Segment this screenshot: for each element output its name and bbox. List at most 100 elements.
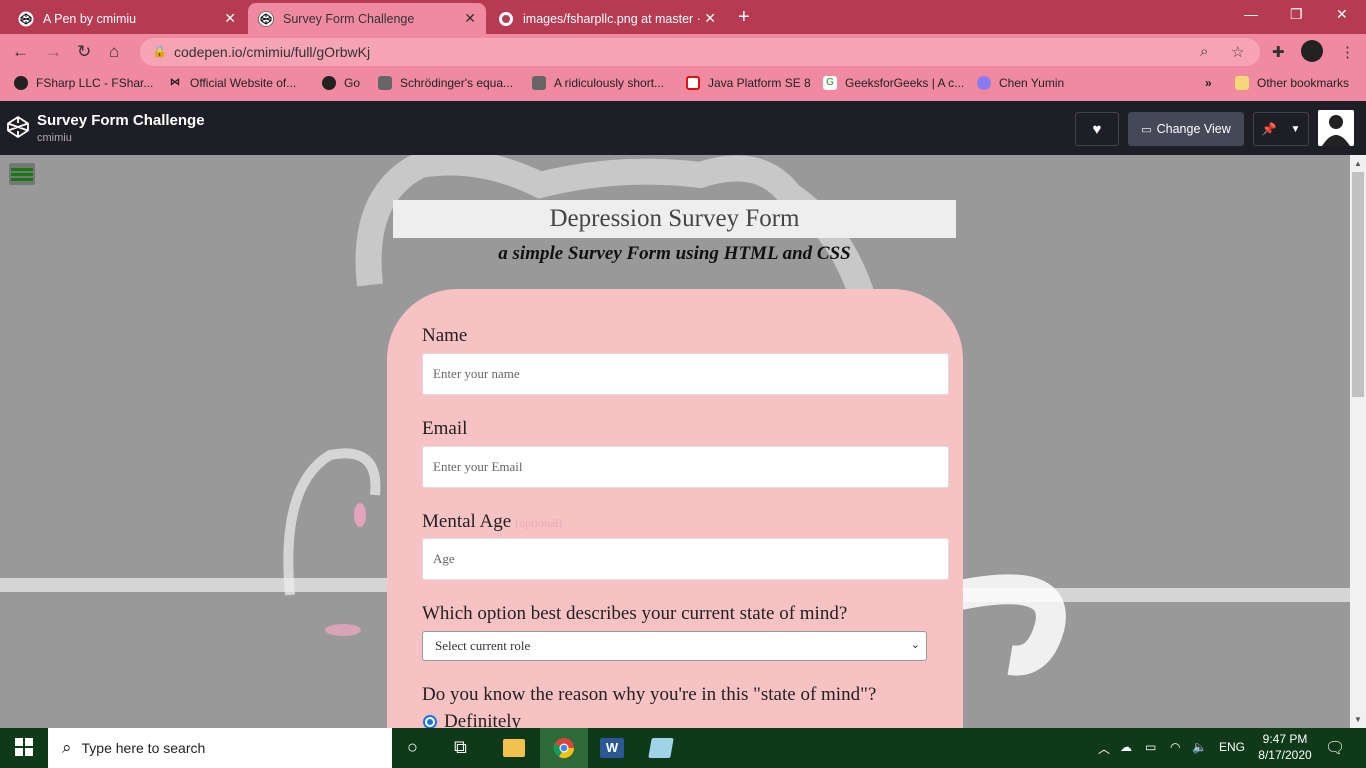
bookmark-favicon-icon	[977, 76, 991, 90]
bookmark-favicon-icon: G	[823, 76, 837, 90]
windows-start-icon[interactable]	[15, 738, 33, 761]
page-title: Depression Survey Form	[393, 200, 956, 238]
page-scrollbar[interactable]: ▲ ▼	[1350, 155, 1366, 728]
folder-icon	[1235, 76, 1249, 90]
age-label-text: Mental Age	[422, 511, 512, 532]
page-subtitle: a simple Survey Form using HTML and CSS	[498, 243, 851, 264]
reason-label: Do you know the reason why you're in thi…	[422, 684, 877, 705]
tab-github[interactable]: images/fsharpllc.png at master · ✕	[488, 3, 726, 34]
email-label: Email	[422, 418, 468, 439]
tab-title: Survey Form Challenge	[283, 11, 415, 26]
email-input[interactable]: Enter your Email	[422, 446, 949, 488]
heart-icon: ♥	[1092, 120, 1102, 138]
notifications-icon[interactable]: 🗨	[1325, 738, 1345, 758]
url-text[interactable]: codepen.io/cmimiu/full/gOrbwKj	[174, 44, 370, 60]
codepen-logo-icon[interactable]	[6, 115, 30, 139]
tab-title: A Pen by cmimiu	[43, 11, 137, 26]
bookmark-favicon-icon	[322, 76, 336, 90]
address-bar[interactable]: 🔒 codepen.io/cmimiu/full/gOrbwKj ⌕ ☆	[140, 38, 1260, 66]
change-view-label: Change View	[1156, 122, 1231, 136]
close-icon[interactable]: ✕	[464, 10, 476, 27]
show-hidden-icons-icon[interactable]: ︿	[1098, 740, 1110, 757]
other-bookmarks[interactable]: Other bookmarks	[1235, 76, 1349, 90]
language-indicator[interactable]: ENG	[1219, 740, 1245, 754]
battery-icon[interactable]: ▭	[1145, 740, 1156, 754]
bookmark-item[interactable]: Java Platform SE 8	[686, 76, 811, 90]
reload-icon[interactable]: ↻	[77, 42, 91, 62]
menu-icon[interactable]: ⋮	[1340, 43, 1355, 61]
task-view-icon[interactable]: ⧉	[454, 737, 467, 758]
bookmark-item[interactable]: Schrödinger's equa...	[378, 76, 513, 90]
codepen-icon	[258, 10, 274, 27]
bookmark-item[interactable]: ⋈ Official Website of...	[168, 76, 296, 90]
bookmark-item[interactable]: Go	[322, 76, 360, 90]
age-label: Mental Age (optional)	[422, 511, 563, 533]
state-of-mind-label: Which option best describes your current…	[422, 603, 848, 624]
bookmark-star-icon[interactable]: ☆	[1231, 43, 1244, 61]
onedrive-icon[interactable]: ☁	[1120, 740, 1132, 754]
file-explorer-icon[interactable]	[503, 739, 525, 757]
pin-icon: 📌	[1261, 122, 1277, 136]
tab-bar: A Pen by cmimiu ✕ Survey Form Challenge …	[0, 0, 1366, 34]
back-icon[interactable]: ←	[12, 42, 29, 62]
chevron-down-icon: ▼	[1290, 123, 1301, 135]
layout-icon: ▭	[1141, 123, 1152, 136]
window-close-button[interactable]: ✕	[1336, 6, 1348, 23]
bookmark-item[interactable]: G GeeksforGeeks | A c...	[823, 76, 964, 90]
cortana-icon[interactable]: ○	[407, 737, 418, 758]
close-icon[interactable]: ✕	[224, 10, 236, 27]
bookmark-favicon-icon	[686, 76, 700, 90]
clock-time: 9:47 PM	[1262, 732, 1308, 746]
chrome-taskbar-button[interactable]	[540, 728, 588, 768]
volume-icon[interactable]: 🔈	[1192, 740, 1207, 754]
bookmark-favicon-icon: ⋈	[170, 77, 180, 88]
bookmark-item[interactable]: FSharp LLC - FShar...	[14, 76, 153, 90]
codepen-icon	[18, 11, 34, 27]
age-input[interactable]: Age	[422, 538, 949, 580]
zoom-icon[interactable]: ⌕	[1200, 43, 1208, 60]
pin-button[interactable]: 📌 ▼	[1253, 112, 1309, 146]
hamburger-menu-icon[interactable]	[9, 163, 35, 185]
bookmark-favicon-icon	[532, 76, 546, 90]
change-view-button[interactable]: ▭ Change View	[1128, 112, 1244, 146]
page-viewport: Depression Survey Form a simple Survey F…	[0, 155, 1350, 728]
minimize-button[interactable]: —	[1244, 6, 1258, 22]
lock-icon: 🔒	[152, 44, 167, 58]
scroll-up-icon[interactable]: ▲	[1354, 159, 1362, 168]
tab-survey-form[interactable]: Survey Form Challenge ✕	[248, 3, 486, 34]
bookmark-favicon-icon	[378, 76, 392, 90]
taskbar-search[interactable]: ⌕ Type here to search	[48, 728, 392, 768]
pen-author[interactable]: cmimiu	[37, 132, 72, 144]
tab-title: images/fsharpllc.png at master ·	[523, 11, 701, 26]
select-value: Select current role	[435, 638, 531, 653]
name-input[interactable]: Enter your name	[422, 353, 949, 395]
new-tab-button[interactable]: +	[738, 6, 750, 29]
github-icon	[498, 11, 514, 27]
bookmark-item[interactable]: Chen Yumin	[977, 76, 1064, 90]
name-label: Name	[422, 325, 468, 346]
survey-form: Name Enter your name Email Enter your Em…	[387, 289, 963, 728]
scroll-down-icon[interactable]: ▼	[1354, 715, 1362, 724]
heart-button[interactable]: ♥	[1075, 112, 1119, 146]
scrollbar-thumb[interactable]	[1352, 172, 1364, 397]
tab-a-pen[interactable]: A Pen by cmimiu ✕	[8, 3, 246, 34]
chevron-down-icon: ⌄	[910, 639, 920, 651]
user-avatar[interactable]	[1318, 110, 1354, 146]
word-icon[interactable]: W	[600, 738, 624, 758]
state-of-mind-select[interactable]: Select current role ⌄	[422, 631, 927, 661]
clock-date: 8/17/2020	[1258, 748, 1312, 762]
taskbar: ⌕ Type here to search ○ ⧉ W ︿ ☁ ▭ ◠ 🔈 EN…	[0, 728, 1366, 768]
system-clock[interactable]: 9:47 PM 8/17/2020	[1255, 731, 1315, 763]
notepad-icon[interactable]	[648, 738, 674, 758]
restore-button[interactable]: ❐	[1290, 6, 1303, 23]
bookmark-item[interactable]: A ridiculously short...	[532, 76, 664, 90]
wifi-icon[interactable]: ◠	[1170, 740, 1180, 754]
extensions-icon[interactable]: ✚	[1272, 43, 1285, 61]
bookmarks-overflow-icon[interactable]: »	[1205, 76, 1212, 90]
home-icon[interactable]: ⌂	[109, 42, 119, 62]
profile-avatar[interactable]	[1301, 40, 1323, 62]
close-icon[interactable]: ✕	[704, 10, 716, 27]
forward-icon[interactable]: →	[45, 42, 62, 62]
reason-radio-definitely[interactable]	[423, 715, 437, 728]
codepen-header: Survey Form Challenge cmimiu ♥ ▭ Change …	[0, 101, 1366, 155]
